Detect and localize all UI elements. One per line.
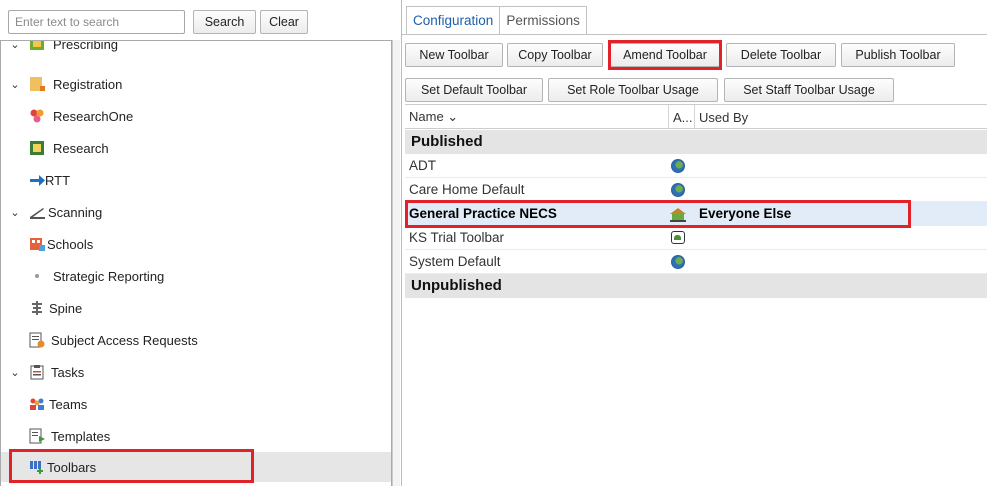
table-row[interactable]: ADT <box>405 154 987 178</box>
tab-bar: Configuration Permissions <box>406 6 587 34</box>
tree-item-teams[interactable]: Teams <box>1 389 391 419</box>
group-header-unpublished[interactable]: Unpublished <box>405 274 987 298</box>
prescribing-icon <box>29 41 45 52</box>
column-header-used-by[interactable]: Used By <box>695 105 987 129</box>
chevron-down-icon[interactable]: ⌄ <box>9 206 21 219</box>
set-role-toolbar-usage-button[interactable]: Set Role Toolbar Usage <box>548 78 718 102</box>
document-icon <box>29 332 45 348</box>
templates-icon <box>29 428 45 444</box>
tree-item-toolbars[interactable]: Toolbars <box>1 452 391 482</box>
tree-item-researchone[interactable]: ResearchOne <box>1 101 391 131</box>
set-default-toolbar-button[interactable]: Set Default Toolbar <box>405 78 543 102</box>
chevron-down-icon[interactable]: ⌄ <box>9 366 21 379</box>
table-row[interactable]: KS Trial Toolbar <box>405 226 987 250</box>
tree-item-research[interactable]: Research <box>1 133 391 163</box>
spine-icon <box>29 300 45 316</box>
group-label: Unpublished <box>411 277 502 294</box>
toolbar-name: General Practice NECS <box>409 206 557 221</box>
module-tree: ⌄ Prescribing ⌄ Registration ResearchOne <box>0 40 392 486</box>
grid-header: Name ⌄ A... Used By <box>405 105 987 129</box>
delete-toolbar-button[interactable]: Delete Toolbar <box>726 43 836 67</box>
tree-item-scanning[interactable]: ⌄ Scanning <box>1 197 391 227</box>
scanner-icon <box>29 204 45 220</box>
tree-item-label: Strategic Reporting <box>53 268 165 284</box>
schools-icon <box>29 236 45 252</box>
globe-icon <box>669 253 687 271</box>
researchone-icon <box>29 108 45 124</box>
column-header-name[interactable]: Name ⌄ <box>405 105 669 129</box>
table-row[interactable]: System Default <box>405 250 987 274</box>
toolbars-icon <box>29 459 45 475</box>
tree-item-label: Prescribing <box>53 40 119 52</box>
tree-item-label: Scanning <box>48 204 103 220</box>
tree-item-tasks[interactable]: ⌄ Tasks <box>1 357 391 387</box>
tree-item-label: Spine <box>49 300 83 316</box>
arrow-right-icon <box>29 172 45 188</box>
table-row-selected[interactable]: General Practice NECS Everyone Else <box>405 202 987 226</box>
toolbar-grid: Name ⌄ A... Used By Published ADT Care H… <box>405 104 987 486</box>
group-label: Published <box>411 133 483 150</box>
tab-divider <box>402 34 987 35</box>
tab-configuration[interactable]: Configuration <box>406 6 501 34</box>
publish-toolbar-button[interactable]: Publish Toolbar <box>841 43 955 67</box>
group-header-published[interactable]: Published <box>405 130 987 154</box>
clear-button[interactable]: Clear <box>260 10 308 34</box>
toolbar-name: KS Trial Toolbar <box>409 230 505 245</box>
toolbar-name: Care Home Default <box>409 182 525 197</box>
dot-icon <box>29 268 45 284</box>
tree-item-label: ResearchOne <box>53 108 134 124</box>
set-staff-toolbar-usage-button[interactable]: Set Staff Toolbar Usage <box>724 78 894 102</box>
tree-item-label: Templates <box>51 428 111 444</box>
globe-icon <box>669 157 687 175</box>
table-row[interactable]: Care Home Default <box>405 178 987 202</box>
toolbar-management-panel: Configuration Permissions New Toolbar Co… <box>401 0 987 486</box>
copy-toolbar-button[interactable]: Copy Toolbar <box>507 43 603 67</box>
tab-permissions[interactable]: Permissions <box>500 6 587 34</box>
toolbar-name: System Default <box>409 254 501 269</box>
tree-item-registration[interactable]: ⌄ Registration <box>1 69 391 99</box>
clipboard-icon <box>29 364 45 380</box>
tree-item-label: Registration <box>53 76 123 92</box>
tree-item-label: Research <box>53 140 109 156</box>
toolbar-used-by: Everyone Else <box>699 206 792 221</box>
amend-toolbar-button[interactable]: Amend Toolbar <box>610 43 720 67</box>
research-book-icon <box>29 140 45 156</box>
chevron-down-icon[interactable]: ⌄ <box>9 41 21 51</box>
tree-item-schools[interactable]: Schools <box>1 229 391 259</box>
tree-scrollbar[interactable] <box>392 40 400 486</box>
tree-item-strategic-reporting[interactable]: Strategic Reporting <box>1 261 391 291</box>
toolbar-name: ADT <box>409 158 436 173</box>
tree-item-label: Toolbars <box>47 459 97 475</box>
navigation-panel: Search Clear ⌄ Prescribing ⌄ Registratio… <box>0 0 400 486</box>
chevron-down-icon[interactable]: ⌄ <box>9 78 21 91</box>
tree-item-label: Schools <box>47 236 94 252</box>
tree-item-subject-access-requests[interactable]: Subject Access Requests <box>1 325 391 355</box>
house-box-icon <box>669 229 687 247</box>
tree-item-rtt[interactable]: RTT <box>1 165 391 195</box>
teams-icon <box>29 396 45 412</box>
practice-icon <box>669 205 687 223</box>
column-header-a[interactable]: A... <box>669 105 695 129</box>
new-toolbar-button[interactable]: New Toolbar <box>405 43 503 67</box>
tree-item-label: Tasks <box>51 364 85 380</box>
tree-item-label: Teams <box>49 396 88 412</box>
tree-item-prescribing[interactable]: ⌄ Prescribing <box>1 40 391 59</box>
tree-item-label: RTT <box>45 172 71 188</box>
tree-item-templates[interactable]: Templates <box>1 421 391 451</box>
globe-icon <box>669 181 687 199</box>
folder-icon <box>29 76 45 92</box>
search-input[interactable] <box>8 10 185 34</box>
tree-item-spine[interactable]: Spine <box>1 293 391 323</box>
search-button[interactable]: Search <box>193 10 256 34</box>
tree-item-label: Subject Access Requests <box>51 332 198 348</box>
